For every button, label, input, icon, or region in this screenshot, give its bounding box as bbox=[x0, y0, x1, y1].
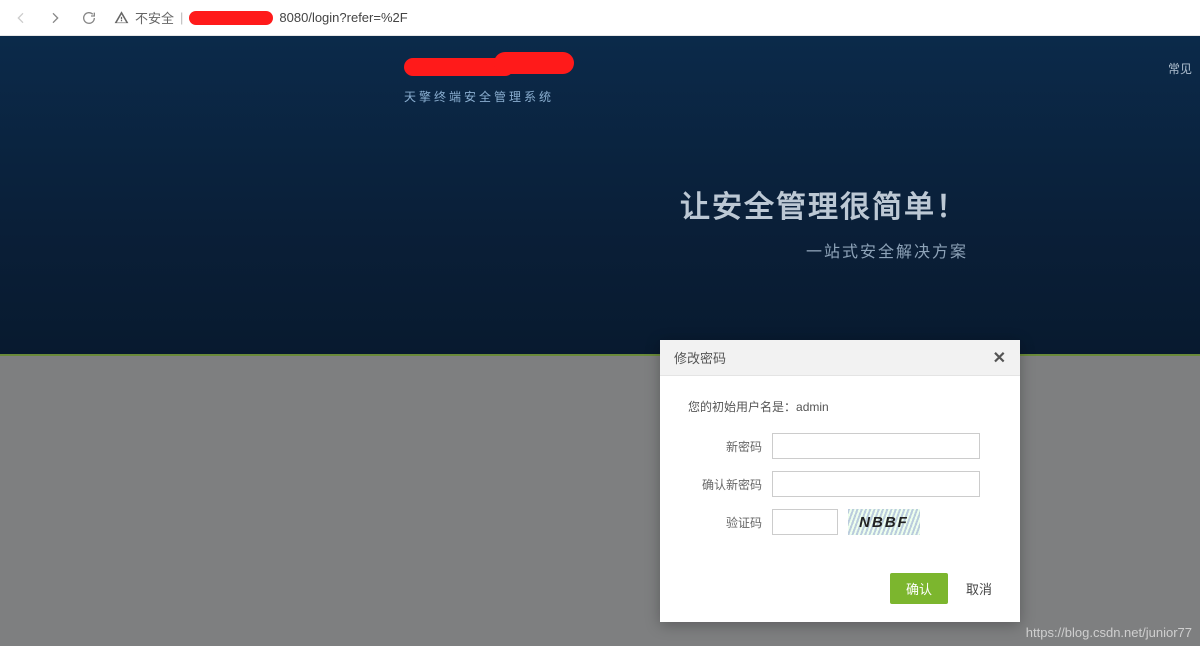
initial-username-prefix: 您的初始用户名是： bbox=[688, 400, 796, 414]
browser-address-bar: 不安全 | 8080/login?refer=%2F bbox=[0, 0, 1200, 36]
label-new-password: 新密码 bbox=[688, 438, 762, 455]
watermark-text: https://blog.csdn.net/junior77 bbox=[1026, 625, 1192, 640]
modal-header: 修改密码 ✕ bbox=[660, 340, 1020, 376]
hero-subhead: 一站式安全解决方案 bbox=[680, 238, 968, 262]
label-captcha: 验证码 bbox=[688, 514, 762, 531]
hero-banner: 天擎终端安全管理系统 让安全管理很简单！ 一站式安全解决方案 常见 bbox=[0, 36, 1200, 354]
initial-username-value: admin bbox=[796, 400, 829, 414]
back-arrow-icon bbox=[12, 9, 30, 27]
close-icon[interactable]: ✕ bbox=[993, 348, 1006, 368]
address-area[interactable]: 不安全 | 8080/login?refer=%2F bbox=[114, 8, 408, 27]
brand-area: 天擎终端安全管理系统 bbox=[404, 54, 564, 105]
cancel-button[interactable]: 取消 bbox=[966, 579, 992, 598]
captcha-image[interactable]: NBBF bbox=[848, 509, 920, 535]
captcha-input[interactable] bbox=[772, 509, 838, 535]
url-suffix: 8080/login?refer=%2F bbox=[279, 10, 407, 25]
initial-username-text: 您的初始用户名是：admin bbox=[688, 398, 992, 415]
insecure-label: 不安全 bbox=[135, 8, 174, 27]
confirm-password-input[interactable] bbox=[772, 471, 980, 497]
confirm-button[interactable]: 确认 bbox=[890, 573, 948, 604]
reload-icon[interactable] bbox=[80, 9, 98, 27]
change-password-modal: 修改密码 ✕ 您的初始用户名是：admin 新密码 确认新密码 验证码 NBBF… bbox=[660, 340, 1020, 622]
hero-headline: 让安全管理很简单！ bbox=[680, 182, 968, 226]
brand-subtitle: 天擎终端安全管理系统 bbox=[404, 88, 564, 105]
modal-title: 修改密码 bbox=[674, 348, 726, 367]
lower-panel bbox=[0, 354, 1200, 646]
insecure-warning-icon bbox=[114, 10, 129, 25]
top-right-link[interactable]: 常见 bbox=[1168, 60, 1192, 77]
address-separator: | bbox=[180, 10, 183, 25]
forward-arrow-icon[interactable] bbox=[46, 9, 64, 27]
label-confirm-password: 确认新密码 bbox=[688, 476, 762, 493]
redacted-logo bbox=[404, 54, 564, 78]
redacted-host bbox=[189, 11, 273, 25]
new-password-input[interactable] bbox=[772, 433, 980, 459]
